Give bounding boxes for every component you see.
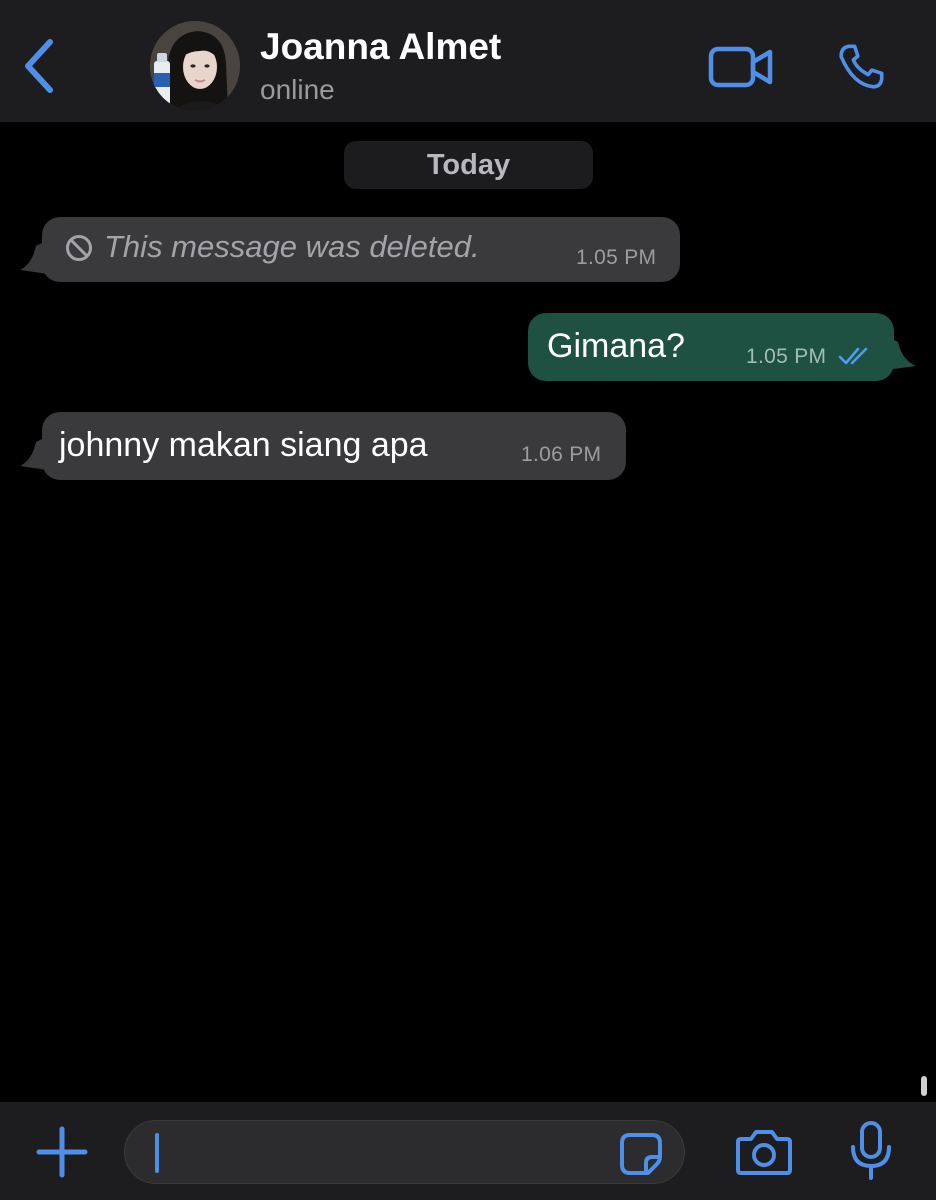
avatar-image: [150, 21, 240, 111]
microphone-icon: [851, 1121, 891, 1180]
contact-name[interactable]: Joanna Almet: [260, 26, 501, 68]
double-check-icon: [838, 347, 868, 365]
contact-avatar[interactable]: [150, 21, 240, 111]
blocked-icon: [66, 235, 92, 261]
plus-icon: [36, 1126, 88, 1178]
chat-screen: Joanna Almet online Today This message w…: [0, 0, 936, 1200]
chevron-left-icon: [25, 39, 53, 93]
date-separator: Today: [344, 141, 593, 189]
sticker-button[interactable]: [617, 1130, 665, 1178]
phone-icon: [839, 44, 884, 89]
message-time: 1.05 PM: [576, 246, 657, 269]
voice-call-button[interactable]: [830, 36, 892, 98]
chat-header: Joanna Almet online: [0, 0, 936, 122]
deleted-message-text: This message was deleted.: [104, 229, 480, 264]
message-text: Gimana?: [547, 327, 685, 365]
sticker-icon: [620, 1133, 662, 1175]
back-button[interactable]: [14, 34, 64, 98]
outgoing-message-bubble[interactable]: Gimana? 1.05 PM: [528, 313, 894, 381]
attach-button[interactable]: [34, 1124, 90, 1180]
composer-bar: [0, 1102, 936, 1200]
camera-button[interactable]: [734, 1124, 794, 1180]
message-input[interactable]: [124, 1120, 685, 1184]
deleted-message-bubble[interactable]: This message was deleted. 1.05 PM: [42, 217, 680, 282]
contact-status: online: [260, 74, 335, 105]
video-call-button[interactable]: [706, 40, 776, 94]
text-caret: [155, 1133, 159, 1173]
camera-icon: [736, 1130, 792, 1175]
message-text: johnny makan siang apa: [59, 426, 428, 464]
message-time: 1.05 PM: [746, 345, 827, 368]
message-time: 1.06 PM: [521, 443, 602, 466]
video-camera-icon: [708, 46, 773, 88]
incoming-message-bubble[interactable]: johnny makan siang apa 1.06 PM: [42, 412, 626, 480]
voice-message-button[interactable]: [846, 1118, 896, 1184]
scrollbar[interactable]: [921, 1076, 927, 1096]
